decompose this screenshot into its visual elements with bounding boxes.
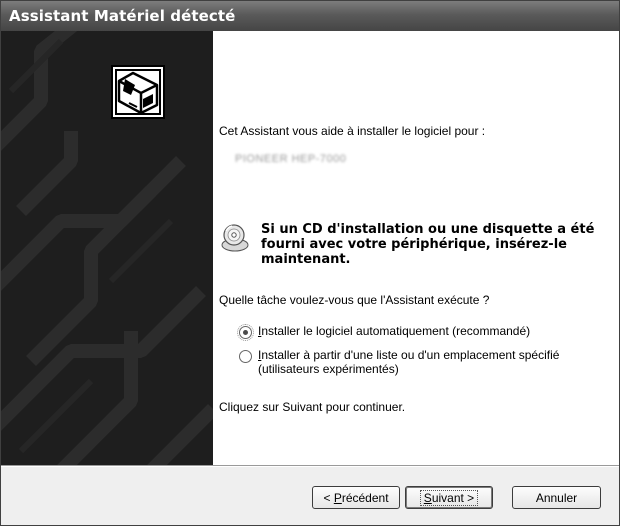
option-install-from-list[interactable]: Installer à partir d'une liste ou d'un e… bbox=[239, 348, 559, 376]
radio-install-from-list[interactable] bbox=[239, 350, 252, 363]
option-install-automatic-label[interactable]: Installer le logiciel automatiquement (r… bbox=[258, 324, 530, 338]
hardware-wizard-icon bbox=[111, 65, 165, 119]
wizard-side-panel bbox=[1, 31, 213, 465]
radio-install-automatic[interactable] bbox=[237, 324, 254, 341]
next-button[interactable]: Suivant > bbox=[405, 486, 493, 509]
task-question: Quelle tâche voulez-vous que l'Assistant… bbox=[219, 293, 490, 307]
back-button[interactable]: < Précédent bbox=[312, 486, 400, 509]
wizard-content: Cet Assistant vous aide à installer le l… bbox=[213, 31, 619, 465]
side-panel-pattern bbox=[1, 31, 213, 465]
cancel-button[interactable]: Annuler bbox=[512, 486, 601, 509]
wizard-window: Assistant Matériel détecté Cet Assistant… bbox=[0, 0, 620, 526]
title-bar[interactable]: Assistant Matériel détecté bbox=[1, 1, 619, 31]
cd-disk-icon bbox=[221, 224, 249, 252]
intro-text: Cet Assistant vous aide à installer le l… bbox=[219, 124, 486, 138]
device-name: PIONEER HEP-7000 bbox=[235, 153, 347, 165]
window-title: Assistant Matériel détecté bbox=[9, 7, 236, 25]
option-install-automatic[interactable]: Installer le logiciel automatiquement (r… bbox=[237, 324, 530, 341]
cd-instruction-message: Si un CD d'installation ou une disquette… bbox=[261, 222, 595, 267]
continue-instruction: Cliquez sur Suivant pour continuer. bbox=[219, 400, 406, 414]
wizard-footer: < Précédent Suivant > Annuler bbox=[1, 467, 619, 525]
option-install-from-list-label[interactable]: Installer à partir d'une liste ou d'un e… bbox=[258, 348, 559, 376]
